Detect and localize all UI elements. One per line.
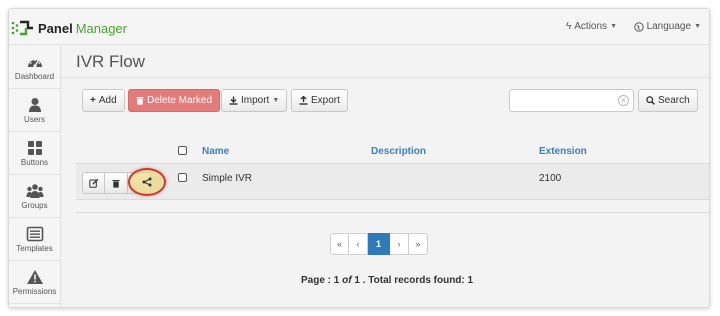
pagination: « ‹ 1 › » [330,233,428,255]
ivr-table: Name Description Extension Simple IVR 21… [76,138,709,200]
row-checkbox[interactable] [178,173,187,182]
sidebar-item-label: Users [24,114,45,124]
cell-name: Simple IVR [202,173,253,184]
actions-menu[interactable]: ϟ Actions ▼ [566,21,617,32]
export-button-label: Export [311,95,340,106]
title-divider [61,77,709,78]
sidebar-item-templates[interactable]: Templates [9,218,60,261]
caret-down-icon: ▼ [272,97,280,104]
warning-icon [26,269,43,284]
page-info-suffix: 1 . Total records found: 1 [351,275,474,286]
next-page-button[interactable]: › [390,233,409,255]
delete-marked-label: Delete Marked [147,95,213,106]
import-button[interactable]: Import ▼ [221,89,288,112]
trash-icon [112,179,120,188]
search-button-label: Search [658,95,690,106]
brand[interactable]: Panel Manager [11,18,127,38]
sidebar-item-buttons[interactable]: Buttons [9,132,60,175]
sidebar-item-dashboard[interactable]: Dashboard [9,46,60,89]
export-button[interactable]: Export [291,89,348,112]
share-button[interactable] [128,168,166,196]
table-header: Name Description Extension [76,138,709,164]
language-label: Language [646,21,692,32]
user-icon [28,97,41,112]
bolt-icon: ϟ [565,21,572,32]
download-icon [229,96,238,105]
app-window: Panel Manager ϟ Actions ▼ Language ▼ Das… [8,8,710,308]
delete-marked-button[interactable]: Delete Marked [128,89,221,112]
main-content: IVR Flow + Add Delete Marked Import ▼ Ex… [61,46,709,307]
sidebar-item-label: Dashboard [14,71,55,81]
template-icon [26,226,43,241]
page-info-prefix: Page : 1 [301,275,343,286]
table-footer-divider [76,212,709,213]
select-all-checkbox[interactable] [178,146,187,155]
column-header-extension[interactable]: Extension [539,146,587,157]
clear-search-icon[interactable]: × [618,95,629,106]
column-header-description[interactable]: Description [371,146,426,157]
delete-row-button[interactable] [105,172,128,194]
group-icon [26,183,43,198]
upload-icon [299,96,308,105]
table-row: Simple IVR 2100 [76,164,709,200]
import-button-label: Import [241,95,270,106]
caret-down-icon: ▼ [610,23,617,30]
sidebar-item-label: Templates [16,243,53,253]
column-header-name[interactable]: Name [202,146,229,157]
search-button[interactable]: Search [638,89,698,112]
share-icon [142,177,152,187]
trash-icon [136,97,144,105]
brand-name: Panel [38,20,73,36]
sidebar-item-label: Buttons [20,157,49,167]
sidebar-item-label: Permissions [12,286,57,296]
plus-icon: + [90,95,96,106]
dashboard-icon [27,58,42,68]
edit-icon [88,178,98,188]
brand-logo-icon [11,20,33,36]
page-info-of: of [342,275,352,286]
add-button-label: Add [98,95,117,106]
top-navbar: Panel Manager ϟ Actions ▼ Language ▼ [9,9,709,45]
brand-name-suffix: Manager [75,20,127,36]
first-page-button[interactable]: « [330,233,349,255]
edit-button[interactable] [82,172,105,194]
language-menu[interactable]: Language ▼ [633,21,701,32]
sidebar-item-users[interactable]: Users [9,89,60,132]
cell-extension: 2100 [539,173,562,184]
search-icon [646,96,655,105]
last-page-button[interactable]: » [409,233,428,255]
sidebar-item-label: Groups [21,200,48,210]
caret-down-icon: ▼ [694,23,701,30]
add-button[interactable]: + Add [82,89,125,112]
current-page-button[interactable]: 1 [368,233,390,255]
actions-label: Actions [574,21,608,32]
sidebar-item-permissions[interactable]: Permissions [9,261,60,304]
prev-page-button[interactable]: ‹ [349,233,368,255]
grid-icon [27,140,42,155]
globe-icon [633,21,644,32]
sidebar-item-groups[interactable]: Groups [9,175,60,218]
sidebar: Dashboard Users Buttons Groups Templates… [9,46,61,307]
page-info: Page : 1 of 1 . Total records found: 1 [301,275,473,286]
search-input[interactable]: × [509,89,634,112]
page-title: IVR Flow [76,52,145,71]
